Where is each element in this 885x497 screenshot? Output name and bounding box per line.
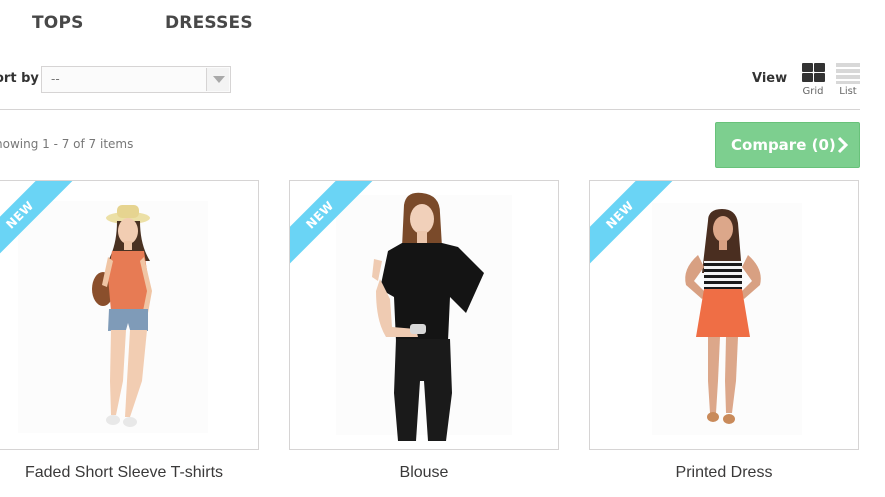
product-card-printed-dress[interactable]: NEW bbox=[589, 180, 859, 450]
sort-select-value: -- bbox=[51, 72, 60, 86]
list-icon bbox=[836, 63, 860, 84]
compare-button[interactable]: Compare (0) bbox=[715, 122, 860, 168]
new-badge: NEW bbox=[290, 181, 377, 268]
product-name-link[interactable]: Blouse bbox=[274, 464, 574, 482]
compare-button-label: Compare (0) bbox=[731, 136, 836, 154]
results-count: howing 1 - 7 of 7 items bbox=[0, 137, 134, 151]
list-view-label: List bbox=[839, 86, 857, 97]
grid-icon bbox=[802, 63, 825, 83]
sort-select[interactable]: -- bbox=[41, 66, 231, 93]
product-card-faded-tshirt[interactable]: NEW bbox=[0, 180, 259, 450]
nav-item-dresses[interactable]: DRESSES bbox=[165, 13, 253, 33]
list-view-button[interactable]: List bbox=[831, 61, 865, 101]
new-badge: NEW bbox=[590, 181, 677, 268]
nav-item-tops[interactable]: TOPS bbox=[32, 13, 84, 33]
view-label: View bbox=[752, 71, 788, 86]
grid-view-button[interactable]: Grid bbox=[796, 61, 830, 101]
product-name-link[interactable]: Faded Short Sleeve T-shirts bbox=[0, 464, 274, 482]
striped-top bbox=[704, 261, 742, 289]
product-name-link[interactable]: Printed Dress bbox=[574, 464, 874, 482]
product-card-blouse[interactable]: NEW bbox=[289, 180, 559, 450]
new-badge: NEW bbox=[0, 181, 77, 268]
sort-by-label: ort by bbox=[0, 71, 39, 86]
chevron-right-icon bbox=[837, 136, 849, 154]
chevron-down-icon[interactable] bbox=[206, 68, 229, 91]
toolbar-divider bbox=[0, 109, 860, 110]
grid-view-label: Grid bbox=[802, 86, 824, 97]
top-navigation: TOPS DRESSES bbox=[0, 0, 885, 48]
